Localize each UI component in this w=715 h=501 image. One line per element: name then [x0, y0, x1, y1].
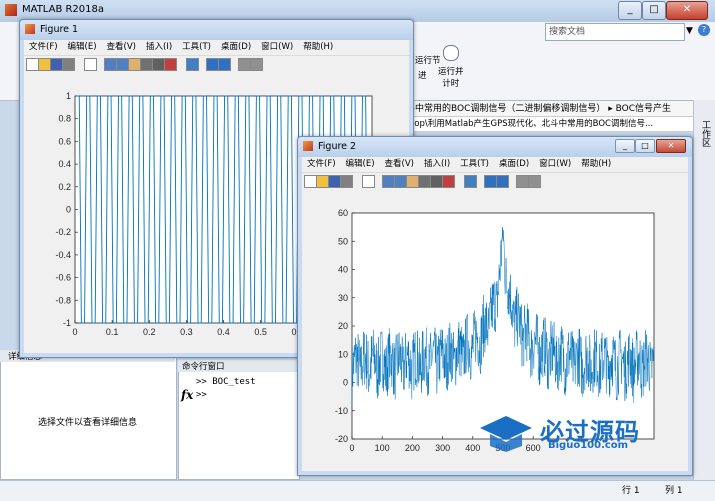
workspace-label[interactable]: 工作区	[699, 120, 712, 147]
figure1-ytick-label: -0.6	[55, 273, 71, 283]
search-input[interactable]: 搜索文档	[545, 23, 685, 41]
minimize-button[interactable]: _	[618, 1, 642, 20]
figure1-menu-item-0[interactable]: 文件(F)	[24, 40, 63, 55]
command-prompt[interactable]: >>	[196, 390, 207, 400]
editor-tab-path[interactable]: ktop\利用Matlab产生GPS现代化、北斗中常用的BOC调制信号...	[405, 116, 695, 132]
figure2-ytick-label: -20	[335, 434, 348, 444]
figure2-axes-box	[351, 212, 655, 440]
figure1-toolbar	[24, 55, 409, 73]
figure1-ytick-label: 1	[66, 91, 71, 101]
figure2-xtick-label: 0	[349, 443, 354, 453]
brush-icon[interactable]	[164, 58, 177, 71]
figure1-menu-item-7[interactable]: 帮助(H)	[298, 40, 338, 55]
figure1-ytick-label: -0.2	[55, 227, 71, 237]
figure1-menu-item-6[interactable]: 窗口(W)	[256, 40, 298, 55]
help-icon[interactable]: ?	[698, 24, 710, 36]
details-message: 选择文件以查看详细信息	[37, 418, 137, 428]
figure2-ytick-label: 30	[338, 293, 348, 303]
figure2-ytick-label: 0	[343, 378, 348, 388]
run-time-icon[interactable]	[443, 45, 459, 61]
show-tools-icon[interactable]	[250, 58, 263, 71]
command-history-line: >> BOC_test	[196, 377, 256, 387]
figure2-xtick-label: 100	[375, 443, 390, 453]
figure2-xtick-label: 200	[405, 443, 420, 453]
figure2-toolbar	[302, 172, 688, 190]
print-icon[interactable]	[62, 58, 75, 71]
legend-icon[interactable]	[218, 58, 231, 71]
figure2-ytick-label: 20	[338, 321, 348, 331]
figure1-ytick-label: -0.4	[55, 250, 71, 260]
figure2-menu-item-0[interactable]: 文件(F)	[302, 157, 341, 172]
workspace-side-panel[interactable]: 工作区	[693, 100, 715, 480]
run-time-label[interactable]: 运行并 计时	[438, 65, 464, 89]
close-button[interactable]: ✕	[666, 1, 708, 20]
figure1-menubar: 文件(F) 编辑(E) 查看(V) 插入(I) 工具(T) 桌面(D) 窗口(W) 帮助(H)	[24, 40, 409, 55]
status-col: 列 1	[665, 486, 683, 496]
figure2-title: Figure 2	[318, 141, 357, 152]
matlab-title: MATLAB R2018a	[22, 4, 105, 15]
figure1-ytick-label: 0.4	[58, 159, 71, 169]
figure2-titlebar[interactable]: Figure 2 _ □ ✕	[298, 137, 692, 157]
figure1-menu-item-2[interactable]: 查看(V)	[102, 40, 141, 55]
figure2-ytick-label: 10	[338, 349, 348, 359]
status-bar	[0, 480, 715, 501]
figure1-ytick-label: 0	[66, 205, 71, 215]
figure2-menu-item-4[interactable]: 工具(T)	[455, 157, 494, 172]
figure1-title: Figure 1	[40, 24, 79, 35]
figure2-menu-item-1[interactable]: 编辑(E)	[341, 157, 380, 172]
watermark-subtext: Biguo100.com	[548, 440, 629, 451]
watermark-logo-icon	[478, 412, 534, 452]
figure1-ytick-label: -0.8	[55, 295, 71, 305]
figure1-titlebar[interactable]: Figure 1	[20, 20, 413, 40]
figure2-close-button[interactable]: ✕	[656, 139, 686, 153]
figure1-xtick-label: 0.5	[254, 327, 267, 337]
figure1-xtick-label: 0.4	[217, 327, 230, 337]
figure2-menu-item-7[interactable]: 帮助(H)	[576, 157, 616, 172]
link-icon[interactable]	[464, 175, 477, 188]
link-icon[interactable]	[186, 58, 199, 71]
fx-icon[interactable]: fx	[181, 388, 193, 402]
figure-icon	[303, 141, 313, 151]
figure1-xtick-label: 0.1	[106, 327, 119, 337]
legend-icon[interactable]	[496, 175, 509, 188]
brush-icon[interactable]	[442, 175, 455, 188]
status-row: 行 1	[622, 486, 640, 496]
filter-icon[interactable]: ▼	[686, 26, 693, 36]
figure2-ytick-label: 60	[338, 208, 348, 218]
maximize-button[interactable]: □	[642, 1, 666, 20]
figure2-menu-item-6[interactable]: 窗口(W)	[534, 157, 576, 172]
figure1-ytick-label: 0.2	[58, 182, 71, 192]
advance-label[interactable]: 进	[418, 69, 427, 81]
figure-icon	[25, 24, 35, 34]
figure1-ytick-label: -1	[63, 318, 71, 328]
figure2-xtick-label: 300	[435, 443, 450, 453]
show-tools-icon[interactable]	[528, 175, 541, 188]
figure2-ytick-label: 40	[338, 265, 348, 275]
figure2-menu-item-3[interactable]: 插入(I)	[419, 157, 455, 172]
figure2-ytick-label: -10	[335, 406, 348, 416]
figure2-maximize-button[interactable]: □	[635, 139, 655, 153]
run-section-label[interactable]: 运行节	[415, 54, 441, 66]
command-window-header: 命令行窗口	[178, 360, 298, 372]
figure1-menu-item-4[interactable]: 工具(T)	[177, 40, 216, 55]
matlab-logo-icon	[5, 4, 17, 16]
figure2-minimize-button[interactable]: _	[615, 139, 635, 153]
figure1-menu-item-5[interactable]: 桌面(D)	[216, 40, 256, 55]
figure1-ytick-label: 0.6	[58, 136, 71, 146]
pointer-icon[interactable]	[362, 175, 375, 188]
figure1-menu-item-1[interactable]: 编辑(E)	[63, 40, 102, 55]
figure1-xtick-label: 0.3	[180, 327, 193, 337]
print-icon[interactable]	[340, 175, 353, 188]
figure1-xtick-label: 0.2	[143, 327, 156, 337]
pointer-icon[interactable]	[84, 58, 97, 71]
figure1-menu-item-3[interactable]: 插入(I)	[141, 40, 177, 55]
figure1-xtick-label: 0	[72, 327, 77, 337]
figure2-ytick-label: 50	[338, 236, 348, 246]
figure2-menubar: 文件(F) 编辑(E) 查看(V) 插入(I) 工具(T) 桌面(D) 窗口(W) 帮助(H)	[302, 157, 688, 172]
figure1-ytick-label: 0.8	[58, 114, 71, 124]
figure2-menu-item-5[interactable]: 桌面(D)	[494, 157, 534, 172]
figure2-menu-item-2[interactable]: 查看(V)	[380, 157, 419, 172]
